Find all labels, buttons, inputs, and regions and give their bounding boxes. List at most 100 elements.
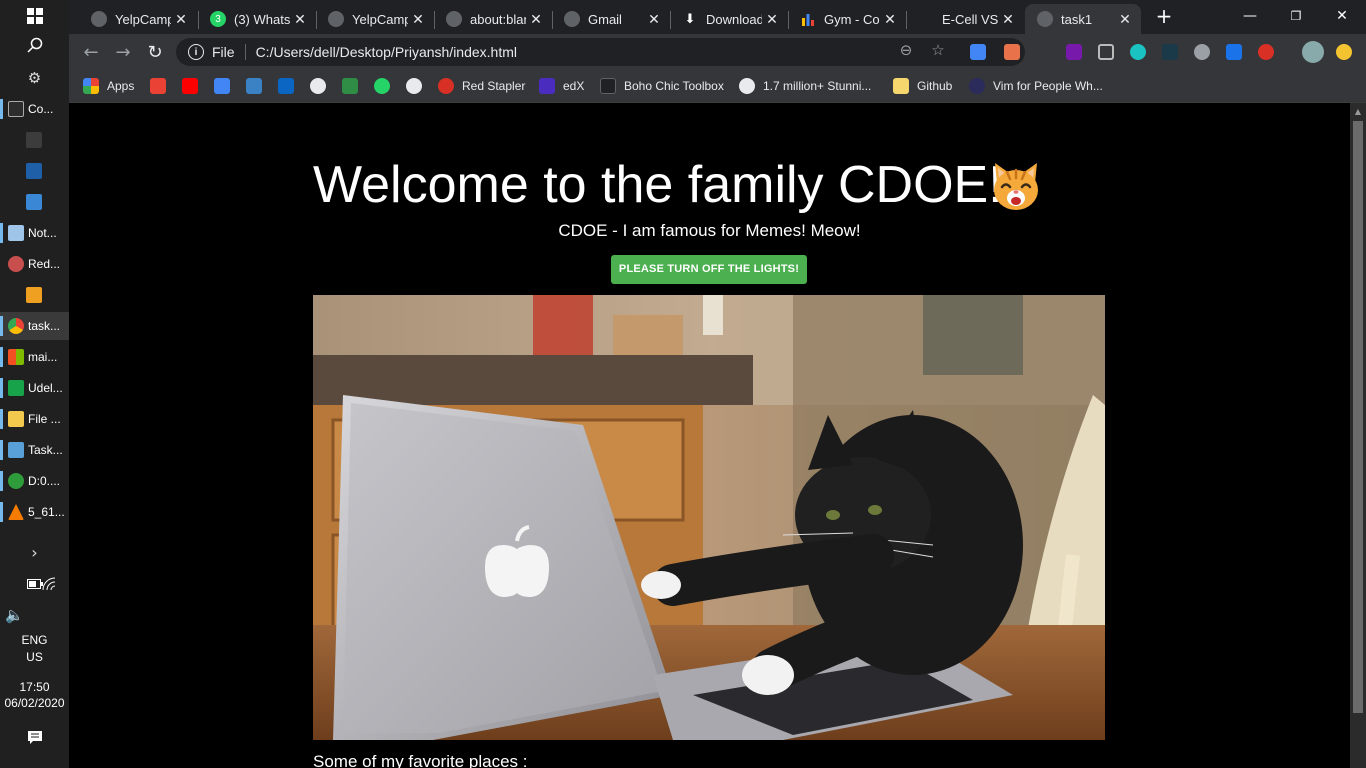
taskbar-app-task-manager[interactable]: Task...: [0, 436, 69, 464]
taskbar-app-mail[interactable]: mai...: [0, 343, 69, 371]
m-extension-icon[interactable]: [1130, 44, 1146, 60]
close-window-button[interactable]: ✕: [1319, 0, 1365, 32]
close-icon[interactable]: ✕: [526, 11, 546, 28]
speaker-icon[interactable]: 🔈: [0, 601, 49, 629]
region-indicator[interactable]: US: [0, 650, 69, 664]
back-arrow-icon[interactable]: ←: [79, 40, 103, 64]
edx-icon: [539, 78, 555, 94]
tab-yelpcamp-2[interactable]: YelpCamp ✕: [316, 4, 434, 34]
taskbar-app-vlc[interactable]: 5_61...: [0, 498, 69, 526]
taskbar-app-redis[interactable]: Red...: [0, 250, 69, 278]
clock-date[interactable]: 06/02/2020: [0, 696, 69, 710]
bookmark-github-folder[interactable]: Github: [893, 76, 952, 96]
avatar[interactable]: [1302, 41, 1324, 63]
taskbar-app-cmd[interactable]: Co...: [0, 95, 69, 123]
taskbar-app-notepad[interactable]: Not...: [0, 219, 69, 247]
forward-arrow-icon[interactable]: →: [111, 40, 135, 64]
bookmark-edx[interactable]: edX: [539, 76, 584, 96]
tab-downloads[interactable]: ⬇ Download ✕: [670, 4, 788, 34]
sublime-icon: [26, 287, 42, 303]
taskbar-app-file-explorer[interactable]: File ...: [0, 405, 69, 433]
taskbar-app-desktop[interactable]: [0, 188, 69, 216]
bookmark-github[interactable]: [310, 76, 334, 96]
vim-icon: [969, 78, 985, 94]
page-scrollbar[interactable]: ▲: [1350, 103, 1366, 768]
new-extension-icon[interactable]: [1226, 44, 1242, 60]
url-text[interactable]: C:/Users/dell/Desktop/Priyansh/index.htm…: [256, 44, 517, 60]
close-icon[interactable]: ✕: [644, 11, 664, 28]
new-tab-button[interactable]: +: [1149, 0, 1179, 32]
minimize-button[interactable]: —: [1227, 0, 1273, 32]
notification-icon[interactable]: [0, 724, 69, 752]
close-icon[interactable]: ✕: [762, 11, 782, 28]
tab-yelpcamp-1[interactable]: YelpCamp ✕: [79, 4, 197, 34]
clock-time[interactable]: 17:50: [0, 680, 69, 694]
bookmark-red-stapler[interactable]: Red Stapler: [438, 76, 525, 96]
bookmark-boho-chic[interactable]: Boho Chic Toolbox: [600, 76, 724, 96]
bookmark-stunning[interactable]: 1.7 million+ Stunni...: [739, 76, 871, 96]
utorrent-icon: [8, 473, 24, 489]
pocket-extension-icon[interactable]: [1098, 44, 1114, 60]
tab-whatsapp[interactable]: 3 (3) WhatsA ✕: [198, 4, 316, 34]
folder-icon: [8, 411, 24, 427]
taskbar-app-powershell[interactable]: [0, 157, 69, 185]
tab-ecell[interactable]: E-Cell VSS ✕: [906, 4, 1024, 34]
bookmark-linkedin[interactable]: [278, 76, 302, 96]
bookmark-gmail[interactable]: [150, 76, 174, 96]
bookmark-vim[interactable]: Vim for People Wh...: [969, 76, 1103, 96]
bookmark-globe[interactable]: [406, 76, 430, 96]
language-indicator[interactable]: ENG: [0, 633, 69, 647]
bookmark-charts[interactable]: [214, 76, 238, 96]
running-indicator: [0, 347, 3, 367]
chrome-menu-icon[interactable]: [1336, 44, 1352, 60]
scroll-up-arrow-icon[interactable]: ▲: [1353, 107, 1363, 117]
bookmark-geeksforgeeks[interactable]: [342, 76, 366, 96]
yab-extension-icon[interactable]: [1258, 44, 1274, 60]
restore-button[interactable]: ❐: [1273, 0, 1319, 32]
mendeley-extension-icon[interactable]: [1162, 44, 1178, 60]
scrollbar-thumb[interactable]: [1353, 121, 1363, 713]
info-icon[interactable]: i: [188, 44, 204, 60]
bookmark-apps[interactable]: Apps: [83, 76, 134, 96]
taskbar-app-udemy[interactable]: Udel...: [0, 374, 69, 402]
globe-icon: [446, 11, 462, 27]
gear-icon[interactable]: ⚙: [0, 64, 69, 92]
downloader-extension-icon[interactable]: [1194, 44, 1210, 60]
taskbar-app-chrome[interactable]: task...: [0, 312, 69, 340]
github-icon: [310, 78, 326, 94]
close-icon[interactable]: ✕: [998, 11, 1018, 28]
powershell-icon: [26, 163, 42, 179]
search-icon[interactable]: [0, 31, 69, 59]
close-icon[interactable]: ✕: [1115, 11, 1135, 28]
close-icon[interactable]: ✕: [408, 11, 428, 28]
taskbar-app-sublime[interactable]: [0, 281, 69, 309]
bookmark-whatsapp[interactable]: [374, 76, 398, 96]
onenote-extension-icon[interactable]: [1066, 44, 1082, 60]
close-icon[interactable]: ✕: [171, 11, 191, 28]
translate-extension-icon[interactable]: [970, 44, 986, 60]
gmail-icon: [150, 78, 166, 94]
tab-gmail[interactable]: Gmail ✕: [552, 4, 670, 34]
zoom-icon[interactable]: ⊖: [896, 40, 916, 60]
bookmark-youtube[interactable]: [182, 76, 206, 96]
reload-icon[interactable]: ↻: [143, 40, 167, 64]
turn-off-lights-button[interactable]: PLEASE TURN OFF THE LIGHTS!: [611, 255, 807, 284]
taskbar-app-terminal[interactable]: [0, 126, 69, 154]
start-windows-icon[interactable]: [0, 2, 69, 30]
tab-task1-active[interactable]: task1 ✕: [1025, 4, 1141, 34]
tab-about-blank[interactable]: about:blan ✕: [434, 4, 552, 34]
tab-gym[interactable]: Gym - Coo ✕: [788, 4, 906, 34]
extension-icon[interactable]: [1004, 44, 1020, 60]
running-indicator: [0, 99, 3, 119]
globe-icon: [564, 11, 580, 27]
close-icon[interactable]: ✕: [290, 11, 310, 28]
chart-icon: [800, 11, 816, 27]
close-icon[interactable]: ✕: [880, 11, 900, 28]
vlc-icon: [8, 504, 24, 520]
url-scheme-label: File: [212, 44, 235, 60]
chevron-right-icon[interactable]: ›: [0, 538, 69, 566]
taskbar-app-utorrent[interactable]: D:0....: [0, 467, 69, 495]
bookmark-coursera[interactable]: [246, 76, 270, 96]
taskbar-app-label: Task...: [28, 443, 63, 457]
bookmark-star-icon[interactable]: ☆: [928, 40, 948, 60]
